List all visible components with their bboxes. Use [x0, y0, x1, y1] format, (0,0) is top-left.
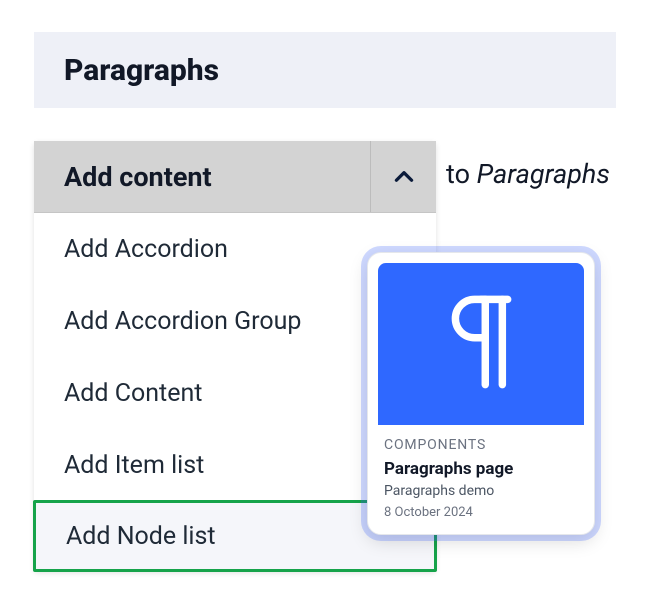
page-title: Paragraphs [64, 53, 219, 88]
card-date: 8 October 2024 [384, 505, 578, 520]
menu-item-label: Add Accordion [64, 235, 228, 264]
menu-item-label: Add Item list [64, 451, 204, 480]
menu-item-label: Add Accordion Group [64, 307, 301, 336]
dropdown-header[interactable]: Add content [34, 141, 436, 213]
card-body: COMPONENTS Paragraphs page Paragraphs de… [378, 425, 584, 524]
chevron-up-icon[interactable] [370, 141, 436, 212]
inline-to: to [446, 158, 477, 190]
pilcrow-icon [445, 294, 517, 394]
inline-context-text: to Paragraphs [446, 158, 610, 190]
menu-item-label: Add Node list [66, 522, 216, 551]
card-subtitle: Paragraphs demo [384, 483, 578, 499]
card-eyebrow: COMPONENTS [384, 437, 578, 453]
card-title: Paragraphs page [384, 459, 578, 479]
card-banner [378, 263, 584, 425]
inline-target: Paragraphs [477, 158, 610, 190]
dropdown-label: Add content [34, 141, 370, 212]
component-preview-card[interactable]: COMPONENTS Paragraphs page Paragraphs de… [367, 252, 595, 535]
page-banner: Paragraphs [34, 32, 616, 108]
menu-item-label: Add Content [64, 379, 202, 408]
